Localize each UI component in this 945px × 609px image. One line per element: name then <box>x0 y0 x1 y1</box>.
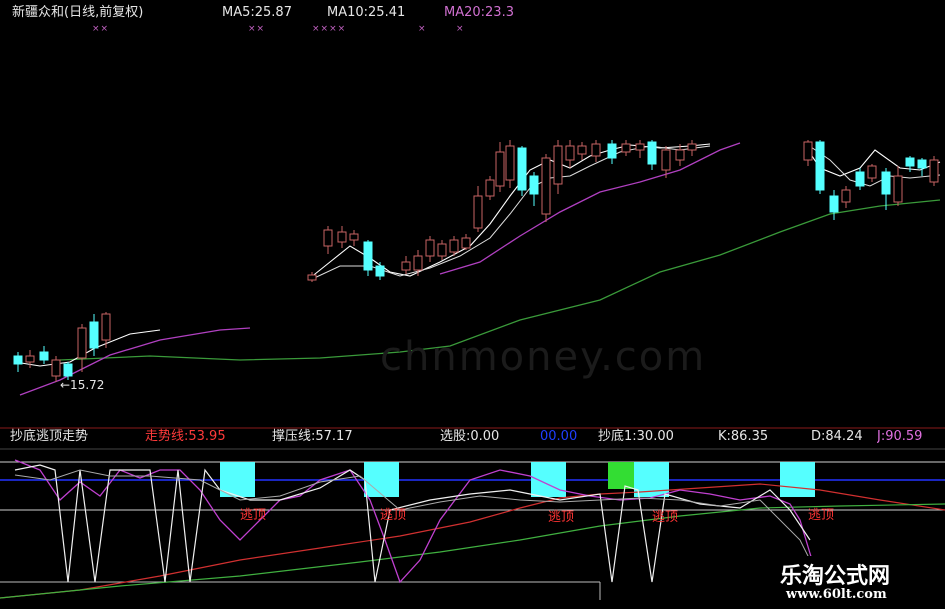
candle-body <box>25 355 35 363</box>
candle-body <box>363 241 373 271</box>
candle-body <box>425 239 435 257</box>
candle-body <box>485 179 495 197</box>
candle-body <box>647 141 657 165</box>
candle-body <box>815 141 825 191</box>
candle-body <box>529 175 539 195</box>
candle-body <box>375 265 385 277</box>
candle-body <box>577 145 587 155</box>
kdj-line-white <box>14 464 811 583</box>
indicator-name: 抄底逃顶走势 <box>10 429 89 444</box>
candle-body <box>437 243 447 257</box>
ma20-line-2 <box>439 142 741 275</box>
candle-body <box>101 313 111 341</box>
candle-body <box>449 239 459 253</box>
candle-body <box>661 149 671 171</box>
ma20-label: MA20:23.3 <box>444 5 514 20</box>
kdj-line-purple <box>14 459 813 584</box>
ma5-line <box>14 329 161 367</box>
brand-name: 乐淘公式网 <box>780 564 891 589</box>
candle-body <box>461 237 471 249</box>
chart-canvas <box>0 0 945 600</box>
candle-body <box>803 141 813 161</box>
escape-top-label: 逃顶 <box>380 508 407 523</box>
candle-body <box>867 165 877 179</box>
candle-body <box>591 143 601 157</box>
brand-url: www.60lt.com <box>786 587 887 602</box>
header-mark: × <box>418 24 427 34</box>
candle-body <box>635 143 645 151</box>
candle-body <box>495 151 505 187</box>
candle-body <box>687 143 697 151</box>
ma5-label: MA5:25.87 <box>222 5 292 20</box>
low-price-annotation: ←15.72 <box>60 378 105 392</box>
candle-body <box>323 229 333 247</box>
candle-body <box>89 321 99 349</box>
support-line-value: 撑压线:57.17 <box>272 429 353 444</box>
candle-body <box>607 143 617 159</box>
candle-body <box>77 327 87 359</box>
candle-body <box>473 195 483 229</box>
d-value: D:84.24 <box>811 429 863 444</box>
candle-body <box>401 261 411 271</box>
chart-stage: 新疆众和(日线,前复权) MA5:25.87 MA10:25.41 MA20:2… <box>0 0 945 609</box>
escape-top-label: 逃顶 <box>548 510 575 525</box>
ma10-label: MA10:25.41 <box>327 5 406 20</box>
candle-body <box>13 355 23 365</box>
candle-body <box>63 363 73 377</box>
candle-body <box>51 359 61 377</box>
bottom-value: 抄底1:30.00 <box>598 429 674 444</box>
header-mark: ×××× <box>312 24 347 34</box>
escape-top-label: 逃顶 <box>652 510 679 525</box>
header-mark: ×× <box>248 24 266 34</box>
k-value: K:86.35 <box>718 429 769 444</box>
candle-body <box>621 143 631 153</box>
candle-body <box>929 159 939 183</box>
chart-title: 新疆众和(日线,前复权) <box>12 5 144 20</box>
escape-top-label: 逃顶 <box>240 508 267 523</box>
watermark: chnmoney.com <box>380 334 707 380</box>
candle-body <box>307 274 317 281</box>
candle-body <box>337 231 347 243</box>
candle-body <box>675 149 685 161</box>
candle-body <box>905 157 915 167</box>
j-value: J:90.59 <box>877 429 923 444</box>
candle-body <box>517 147 527 191</box>
candle-body <box>893 175 903 203</box>
trend-line-value: 走势线:53.95 <box>145 429 226 444</box>
candle-body <box>565 145 575 161</box>
candle-body <box>349 233 359 241</box>
candle-body <box>881 171 891 195</box>
escape-top-label: 逃顶 <box>808 508 835 523</box>
hidden-value: 00.00 <box>540 429 578 444</box>
candle-body <box>917 159 927 169</box>
candle-body <box>829 195 839 213</box>
candle-body <box>541 157 551 215</box>
candle-body <box>841 189 851 203</box>
header-mark: × <box>456 24 465 34</box>
candle-body <box>413 255 423 271</box>
candle-body <box>39 351 49 361</box>
header-mark: ×× <box>92 24 110 34</box>
signal-box <box>780 462 815 497</box>
candle-body <box>505 145 515 181</box>
stock-pick-value: 选股:0.00 <box>440 429 500 444</box>
signal-box <box>364 462 399 497</box>
candle-body <box>855 171 865 187</box>
candle-body <box>553 145 563 185</box>
